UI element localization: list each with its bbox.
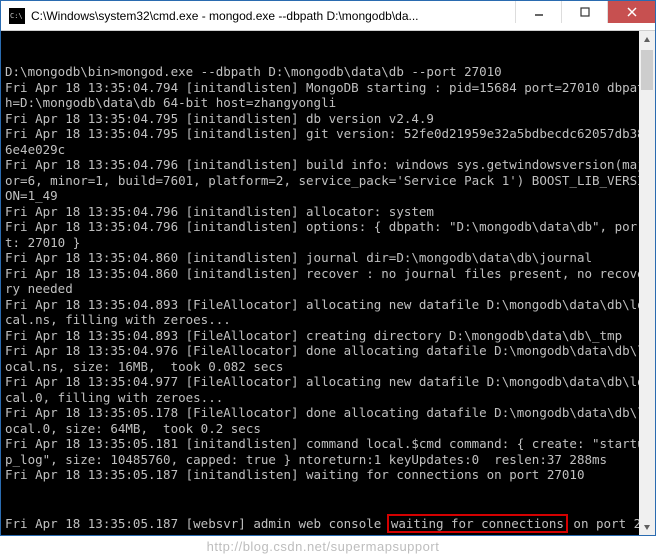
close-button[interactable]	[607, 1, 655, 23]
terminal-line: Fri Apr 18 13:35:04.794 [initandlisten] …	[5, 80, 647, 111]
terminal-line: Fri Apr 18 13:35:04.860 [initandlisten] …	[5, 266, 647, 297]
vertical-scrollbar[interactable]	[639, 31, 655, 535]
terminal-line: Fri Apr 18 13:35:04.860 [initandlisten] …	[5, 250, 647, 266]
scroll-thumb[interactable]	[641, 50, 653, 90]
highlight-box: waiting for connections	[387, 514, 568, 534]
terminal-line: D:\mongodb\bin>mongod.exe --dbpath D:\mo…	[5, 64, 647, 80]
window-buttons	[515, 1, 655, 23]
terminal-output[interactable]: D:\mongodb\bin>mongod.exe --dbpath D:\mo…	[1, 31, 655, 535]
terminal-line: Fri Apr 18 13:35:04.796 [initandlisten] …	[5, 157, 647, 204]
terminal-line: Fri Apr 18 13:35:04.795 [initandlisten] …	[5, 111, 647, 127]
watermark-text: http://blog.csdn.net/supermapsupport	[0, 539, 646, 554]
cmd-icon	[9, 8, 25, 24]
terminal-line: Fri Apr 18 13:35:05.187 [initandlisten] …	[5, 467, 647, 483]
terminal-line: Fri Apr 18 13:35:04.796 [initandlisten] …	[5, 219, 647, 250]
terminal-line: Fri Apr 18 13:35:04.976 [FileAllocator] …	[5, 343, 647, 374]
terminal-line: Fri Apr 18 13:35:04.893 [FileAllocator] …	[5, 297, 647, 328]
cmd-window: C:\Windows\system32\cmd.exe - mongod.exe…	[0, 0, 656, 536]
scroll-track[interactable]	[639, 48, 655, 518]
terminal-line: Fri Apr 18 13:35:04.893 [FileAllocator] …	[5, 328, 647, 344]
terminal-line: Fri Apr 18 13:35:04.977 [FileAllocator] …	[5, 374, 647, 405]
maximize-button[interactable]	[561, 1, 607, 23]
scroll-up-button[interactable]	[639, 31, 655, 48]
terminal-line: Fri Apr 18 13:35:05.178 [FileAllocator] …	[5, 405, 647, 436]
minimize-button[interactable]	[515, 1, 561, 23]
terminal-line: Fri Apr 18 13:35:05.181 [initandlisten] …	[5, 436, 647, 467]
window-title: C:\Windows\system32\cmd.exe - mongod.exe…	[31, 9, 515, 23]
scroll-down-button[interactable]	[639, 518, 655, 535]
terminal-line: Fri Apr 18 13:35:05.187 [websvr] admin w…	[5, 514, 647, 536]
terminal-line: Fri Apr 18 13:35:04.796 [initandlisten] …	[5, 204, 647, 220]
titlebar[interactable]: C:\Windows\system32\cmd.exe - mongod.exe…	[1, 1, 655, 31]
terminal-line: Fri Apr 18 13:35:04.795 [initandlisten] …	[5, 126, 647, 157]
